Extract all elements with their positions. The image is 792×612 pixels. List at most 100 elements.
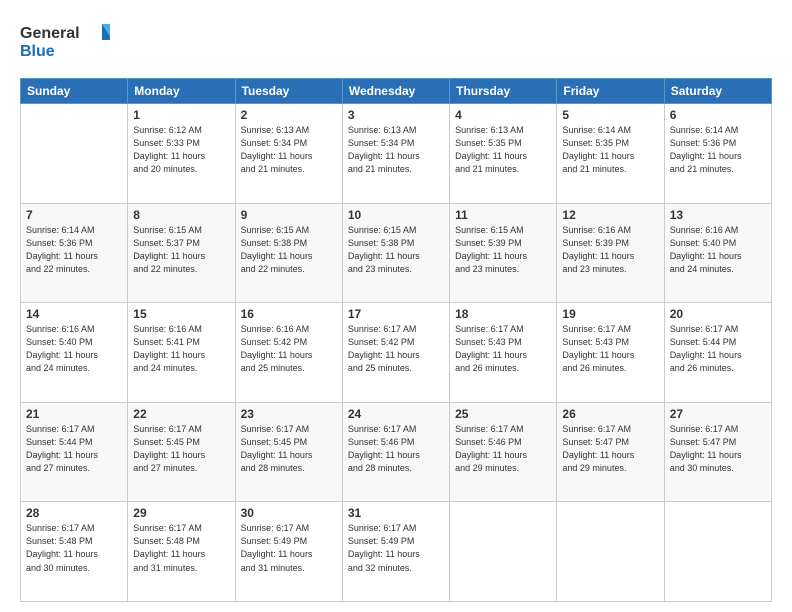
day-number: 5 (562, 108, 658, 122)
day-info: Sunrise: 6:17 AMSunset: 5:43 PMDaylight:… (455, 323, 551, 375)
day-info: Sunrise: 6:13 AMSunset: 5:34 PMDaylight:… (241, 124, 337, 176)
calendar-day: 17 Sunrise: 6:17 AMSunset: 5:42 PMDayligh… (342, 303, 449, 403)
day-number: 4 (455, 108, 551, 122)
calendar-day: 23 Sunrise: 6:17 AMSunset: 5:45 PMDayligh… (235, 402, 342, 502)
day-header: Monday (128, 79, 235, 104)
calendar-day: 1 Sunrise: 6:12 AMSunset: 5:33 PMDaylight… (128, 104, 235, 204)
calendar-day: 5 Sunrise: 6:14 AMSunset: 5:35 PMDaylight… (557, 104, 664, 204)
day-info: Sunrise: 6:16 AMSunset: 5:40 PMDaylight:… (670, 224, 766, 276)
day-number: 3 (348, 108, 444, 122)
day-number: 30 (241, 506, 337, 520)
calendar-day: 27 Sunrise: 6:17 AMSunset: 5:47 PMDayligh… (664, 402, 771, 502)
calendar-day: 4 Sunrise: 6:13 AMSunset: 5:35 PMDaylight… (450, 104, 557, 204)
day-info: Sunrise: 6:15 AMSunset: 5:39 PMDaylight:… (455, 224, 551, 276)
day-info: Sunrise: 6:17 AMSunset: 5:45 PMDaylight:… (133, 423, 229, 475)
calendar-day: 8 Sunrise: 6:15 AMSunset: 5:37 PMDaylight… (128, 203, 235, 303)
calendar-day: 21 Sunrise: 6:17 AMSunset: 5:44 PMDayligh… (21, 402, 128, 502)
calendar-day: 13 Sunrise: 6:16 AMSunset: 5:40 PMDayligh… (664, 203, 771, 303)
day-number: 21 (26, 407, 122, 421)
day-number: 28 (26, 506, 122, 520)
header: General Blue (20, 18, 772, 68)
calendar-day: 7 Sunrise: 6:14 AMSunset: 5:36 PMDaylight… (21, 203, 128, 303)
svg-text:Blue: Blue (20, 43, 55, 60)
day-info: Sunrise: 6:14 AMSunset: 5:35 PMDaylight:… (562, 124, 658, 176)
day-number: 20 (670, 307, 766, 321)
calendar-day: 10Sunrise: 6:15 AMSunset: 5:38 PMDayligh… (342, 203, 449, 303)
calendar-day: 24 Sunrise: 6:17 AMSunset: 5:46 PMDayligh… (342, 402, 449, 502)
day-number: 19 (562, 307, 658, 321)
day-info: Sunrise: 6:17 AMSunset: 5:43 PMDaylight:… (562, 323, 658, 375)
day-number: 8 (133, 208, 229, 222)
day-header: Saturday (664, 79, 771, 104)
day-info: Sunrise: 6:15 AMSunset: 5:38 PMDaylight:… (241, 224, 337, 276)
calendar-day: 19 Sunrise: 6:17 AMSunset: 5:43 PMDayligh… (557, 303, 664, 403)
day-info: Sunrise: 6:17 AMSunset: 5:46 PMDaylight:… (348, 423, 444, 475)
calendar-table: SundayMondayTuesdayWednesdayThursdayFrid… (20, 78, 772, 602)
empty-day (21, 104, 128, 204)
day-number: 12 (562, 208, 658, 222)
logo-svg: General Blue (20, 18, 110, 68)
calendar-day: 3 Sunrise: 6:13 AMSunset: 5:34 PMDaylight… (342, 104, 449, 204)
day-number: 31 (348, 506, 444, 520)
day-number: 24 (348, 407, 444, 421)
day-number: 9 (241, 208, 337, 222)
day-info: Sunrise: 6:17 AMSunset: 5:48 PMDaylight:… (133, 522, 229, 574)
day-number: 23 (241, 407, 337, 421)
day-info: Sunrise: 6:17 AMSunset: 5:49 PMDaylight:… (241, 522, 337, 574)
day-header: Tuesday (235, 79, 342, 104)
calendar-day: 20 Sunrise: 6:17 AMSunset: 5:44 PMDayligh… (664, 303, 771, 403)
day-number: 26 (562, 407, 658, 421)
calendar-day: 15 Sunrise: 6:16 AMSunset: 5:41 PMDayligh… (128, 303, 235, 403)
day-info: Sunrise: 6:17 AMSunset: 5:48 PMDaylight:… (26, 522, 122, 574)
day-info: Sunrise: 6:17 AMSunset: 5:44 PMDaylight:… (26, 423, 122, 475)
empty-day (557, 502, 664, 602)
day-info: Sunrise: 6:13 AMSunset: 5:34 PMDaylight:… (348, 124, 444, 176)
day-header: Wednesday (342, 79, 449, 104)
calendar-day: 14 Sunrise: 6:16 AMSunset: 5:40 PMDayligh… (21, 303, 128, 403)
day-number: 14 (26, 307, 122, 321)
day-info: Sunrise: 6:14 AMSunset: 5:36 PMDaylight:… (670, 124, 766, 176)
calendar-day: 2 Sunrise: 6:13 AMSunset: 5:34 PMDaylight… (235, 104, 342, 204)
day-number: 27 (670, 407, 766, 421)
calendar-day: 11 Sunrise: 6:15 AMSunset: 5:39 PMDayligh… (450, 203, 557, 303)
day-number: 15 (133, 307, 229, 321)
day-info: Sunrise: 6:16 AMSunset: 5:40 PMDaylight:… (26, 323, 122, 375)
day-number: 7 (26, 208, 122, 222)
day-number: 13 (670, 208, 766, 222)
day-number: 17 (348, 307, 444, 321)
calendar-day: 22 Sunrise: 6:17 AMSunset: 5:45 PMDayligh… (128, 402, 235, 502)
day-number: 29 (133, 506, 229, 520)
svg-text:General: General (20, 25, 80, 42)
calendar-day: 9 Sunrise: 6:15 AMSunset: 5:38 PMDaylight… (235, 203, 342, 303)
empty-day (664, 502, 771, 602)
day-number: 11 (455, 208, 551, 222)
day-number: 18 (455, 307, 551, 321)
day-info: Sunrise: 6:16 AMSunset: 5:39 PMDaylight:… (562, 224, 658, 276)
day-info: Sunrise: 6:12 AMSunset: 5:33 PMDaylight:… (133, 124, 229, 176)
calendar-day: 18 Sunrise: 6:17 AMSunset: 5:43 PMDayligh… (450, 303, 557, 403)
calendar-day: 31Sunrise: 6:17 AMSunset: 5:49 PMDayligh… (342, 502, 449, 602)
day-info: Sunrise: 6:14 AMSunset: 5:36 PMDaylight:… (26, 224, 122, 276)
day-info: Sunrise: 6:13 AMSunset: 5:35 PMDaylight:… (455, 124, 551, 176)
day-info: Sunrise: 6:17 AMSunset: 5:46 PMDaylight:… (455, 423, 551, 475)
logo: General Blue (20, 18, 110, 68)
day-info: Sunrise: 6:16 AMSunset: 5:41 PMDaylight:… (133, 323, 229, 375)
day-header: Thursday (450, 79, 557, 104)
empty-day (450, 502, 557, 602)
day-number: 1 (133, 108, 229, 122)
calendar-day: 30 Sunrise: 6:17 AMSunset: 5:49 PMDayligh… (235, 502, 342, 602)
day-header: Friday (557, 79, 664, 104)
day-info: Sunrise: 6:17 AMSunset: 5:47 PMDaylight:… (670, 423, 766, 475)
day-info: Sunrise: 6:17 AMSunset: 5:45 PMDaylight:… (241, 423, 337, 475)
calendar-day: 29 Sunrise: 6:17 AMSunset: 5:48 PMDayligh… (128, 502, 235, 602)
day-info: Sunrise: 6:17 AMSunset: 5:42 PMDaylight:… (348, 323, 444, 375)
day-number: 10 (348, 208, 444, 222)
day-number: 2 (241, 108, 337, 122)
calendar-day: 16Sunrise: 6:16 AMSunset: 5:42 PMDayligh… (235, 303, 342, 403)
day-number: 22 (133, 407, 229, 421)
day-info: Sunrise: 6:17 AMSunset: 5:44 PMDaylight:… (670, 323, 766, 375)
day-header: Sunday (21, 79, 128, 104)
day-info: Sunrise: 6:15 AMSunset: 5:37 PMDaylight:… (133, 224, 229, 276)
calendar-day: 12 Sunrise: 6:16 AMSunset: 5:39 PMDayligh… (557, 203, 664, 303)
day-info: Sunrise: 6:16 AMSunset: 5:42 PMDaylight:… (241, 323, 337, 375)
